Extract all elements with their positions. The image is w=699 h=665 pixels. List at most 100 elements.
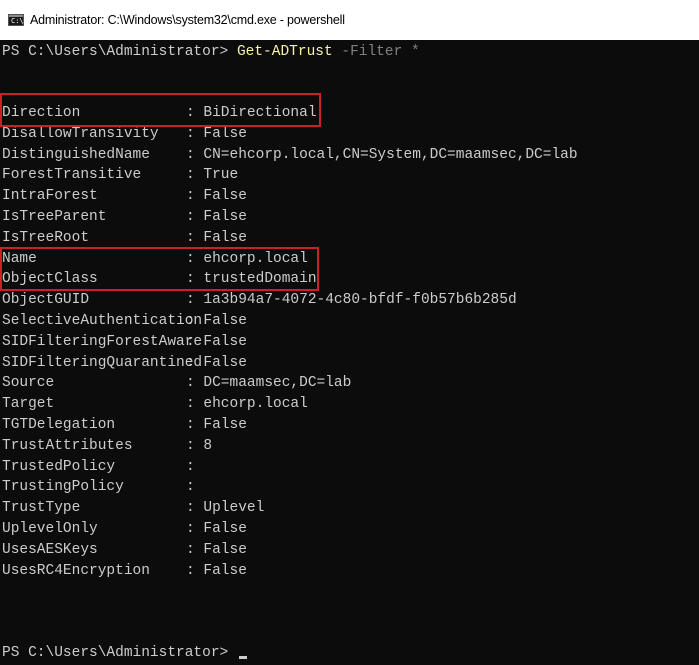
property-separator: : [186,396,204,413]
property-row: TrustedPolicy: [2,457,203,478]
property-separator: : [186,167,204,184]
property-separator: : [186,313,204,329]
property-value: False [203,562,247,579]
property-value: False [203,417,247,433]
property-row: ForestTransitive: True [2,165,238,186]
console-output[interactable]: PS C:\Users\Administrator> Get-ADTrust -… [0,40,699,665]
final-prompt-line: PS C:\Users\Administrator> [2,643,247,664]
property-separator: : [186,146,204,163]
property-separator: : [186,458,204,475]
property-row: TrustAttributes: 8 [2,436,212,457]
property-separator: : [186,375,204,392]
property-value: False [203,229,247,246]
property-name: Direction [2,105,81,121]
property-name: TrustingPolicy [2,479,124,496]
property-value: CN=ehcorp.local,CN=System,DC=maamsec,DC=… [203,146,578,163]
property-name: TrustType [2,500,81,517]
property-separator: : [186,417,204,433]
property-row: TrustType: Uplevel [2,498,264,519]
property-name: IsTreeParent [2,209,107,225]
property-separator: : [186,354,204,371]
property-name: IntraForest [2,188,98,205]
property-separator: : [186,541,204,558]
property-value: False [203,333,247,350]
prompt: PS C:\Users\Administrator> [2,645,237,661]
property-value: ehcorp.local [203,396,308,413]
text-cursor [238,656,247,659]
property-row: UsesRC4Encryption: False [2,561,247,582]
property-name: IsTreeRoot [2,229,90,246]
property-name: UplevelOnly [2,521,98,537]
property-row: Name: ehcorp.local [2,249,308,270]
property-row: ObjectGUID: 1a3b94a7-4072-4c80-bfdf-f0b5… [2,290,517,311]
property-separator: : [186,209,204,225]
title-bar[interactable]: C:\ Administrator: C:\Windows\system32\c… [0,0,699,40]
property-row: UplevelOnly: False [2,519,247,540]
property-name: DistinguishedName [2,146,150,163]
property-separator: : [186,500,204,517]
command-line: PS C:\Users\Administrator> Get-ADTrust -… [2,42,420,63]
property-name: SIDFilteringForestAware [2,333,203,350]
property-name: TGTDelegation [2,417,116,433]
filter-argument: * [402,44,420,60]
property-separator: : [186,437,204,454]
property-value: False [203,125,247,142]
property-value: False [203,209,247,225]
property-name: SIDFilteringQuarantined [2,354,203,371]
property-name: UsesAESKeys [2,541,98,558]
property-value: ehcorp.local [203,250,308,267]
property-value: True [203,167,239,184]
property-name: TrustedPolicy [2,458,116,475]
prompt: PS C:\Users\Administrator> [2,44,237,60]
property-row: DisallowTransivity: False [2,124,247,145]
property-row: SIDFilteringForestAware: False [2,332,247,353]
property-separator: : [186,479,204,496]
property-row: TGTDelegation: False [2,415,247,436]
property-name: Target [2,396,55,413]
property-row: Direction: BiDirectional [2,103,317,124]
property-separator: : [186,271,204,288]
property-value: DC=maamsec,DC=lab [203,375,352,392]
property-name: ForestTransitive [2,167,142,184]
property-separator: : [186,521,204,537]
filter-parameter: -Filter [332,44,403,60]
property-name: Name [2,250,37,267]
property-value: False [203,188,247,205]
property-value: False [203,313,247,329]
property-row: SIDFilteringQuarantined: False [2,353,247,374]
property-separator: : [186,229,204,246]
property-row: Source: DC=maamsec,DC=lab [2,373,351,394]
property-name: TrustAttributes [2,437,133,454]
property-separator: : [186,292,204,309]
property-row: SelectiveAuthentication: False [2,311,247,332]
property-name: SelectiveAuthentication [2,313,203,329]
property-row: IntraForest: False [2,186,247,207]
property-row: IsTreeRoot: False [2,228,247,249]
property-separator: : [186,105,204,121]
property-row: ObjectClass: trustedDomain [2,269,317,290]
cmd-console-icon: C:\ [8,14,24,26]
property-separator: : [186,562,204,579]
property-name: ObjectGUID [2,292,90,309]
powershell-window: C:\ Administrator: C:\Windows\system32\c… [0,0,699,665]
property-row: IsTreeParent: False [2,207,247,228]
property-value: BiDirectional [203,105,317,121]
property-value: False [203,521,247,537]
property-name: ObjectClass [2,271,98,288]
property-row: Target: ehcorp.local [2,394,308,415]
property-row: TrustingPolicy: [2,477,203,498]
property-separator: : [186,188,204,205]
property-value: False [203,541,247,558]
property-separator: : [186,125,204,142]
property-separator: : [186,333,204,350]
property-value: False [203,354,247,371]
property-row: DistinguishedName: CN=ehcorp.local,CN=Sy… [2,145,578,166]
property-row: UsesAESKeys: False [2,540,247,561]
property-value: Uplevel [203,500,265,517]
cmdlet-text: Get-ADTrust [236,44,333,60]
property-value: 8 [203,437,213,454]
property-separator: : [186,250,204,267]
property-name: DisallowTransivity [2,125,159,142]
window-title: Administrator: C:\Windows\system32\cmd.e… [30,13,345,27]
property-name: Source [2,375,55,392]
